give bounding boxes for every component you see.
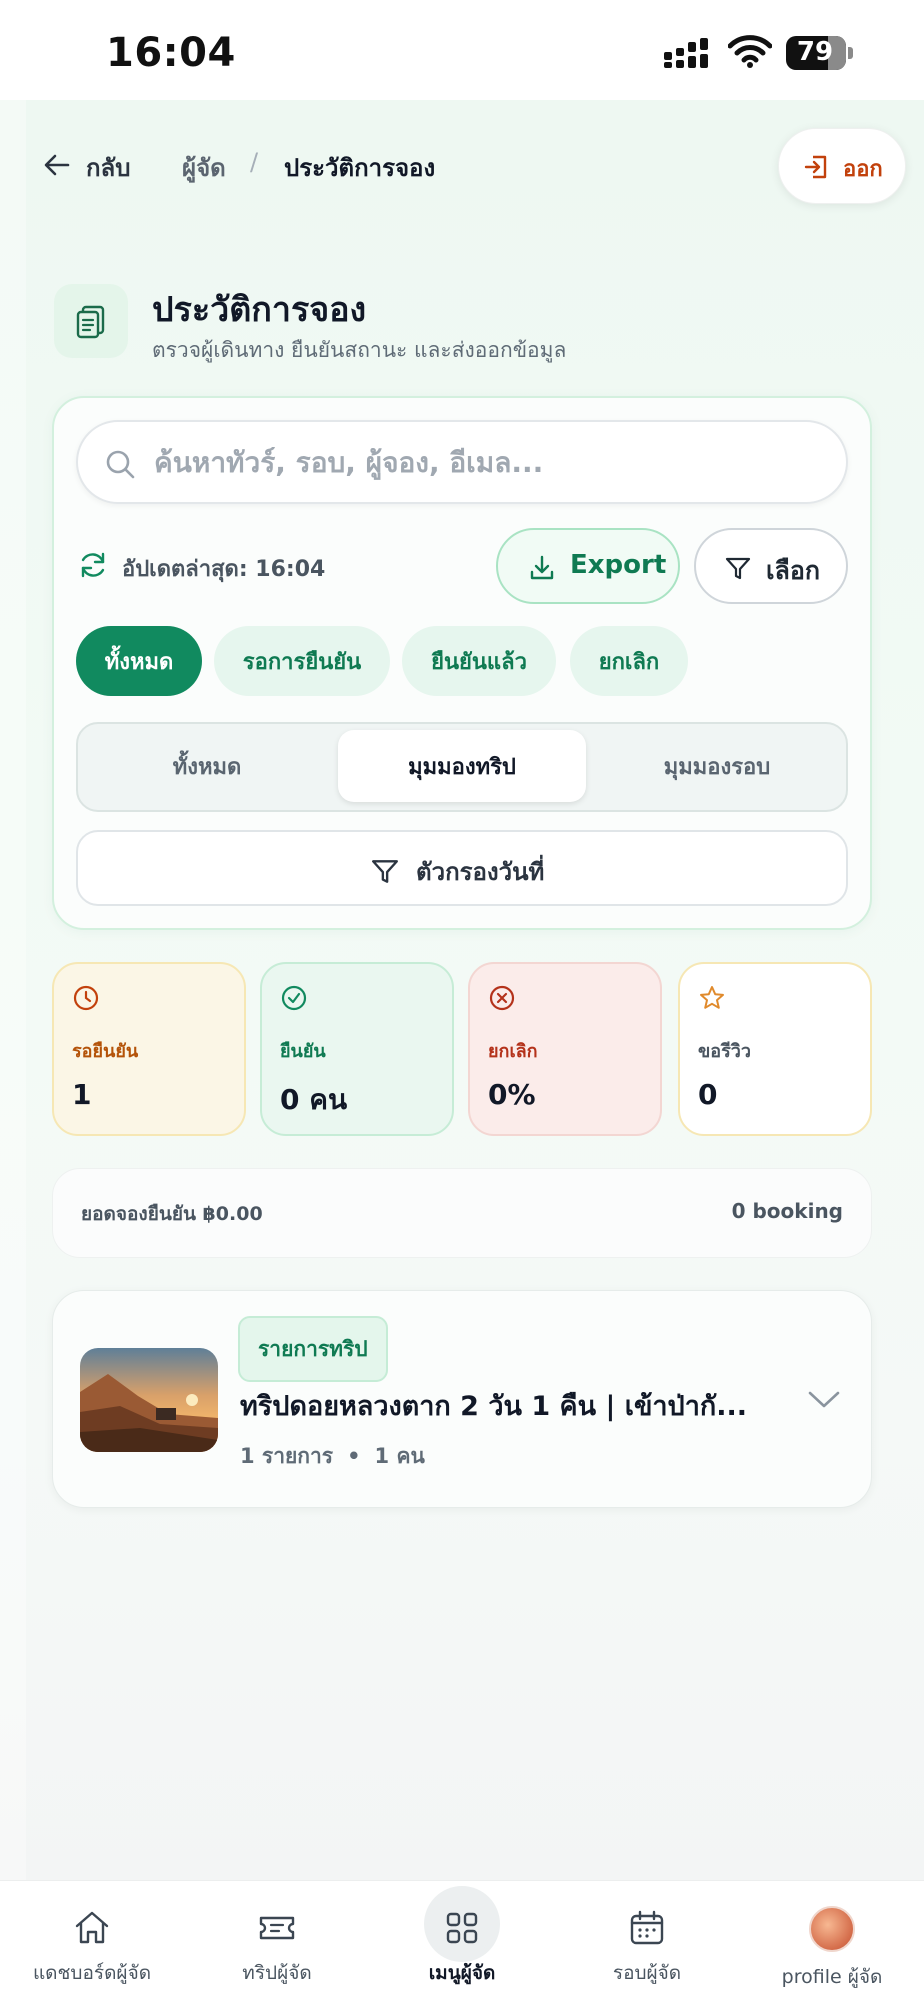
export-label: Export: [570, 550, 667, 580]
search-icon: [106, 450, 135, 479]
breadcrumb-separator: /: [250, 148, 259, 176]
trip-items-count: 1 รายการ: [240, 1444, 334, 1468]
page-title: ประวัติการจอง: [152, 290, 367, 330]
wifi-icon: [728, 35, 772, 68]
search-box[interactable]: [76, 420, 848, 504]
stat-label: ยืนยัน: [280, 1041, 326, 1062]
star-icon: [700, 986, 724, 1009]
select-button[interactable]: เลือก: [694, 528, 848, 604]
breadcrumb-current: ประวัติการจอง: [284, 154, 436, 182]
nav-profile[interactable]: profile ผู้จัด: [740, 1900, 924, 1996]
export-button[interactable]: Export: [496, 528, 680, 604]
nav-dashboard[interactable]: แดชบอร์ดผู้จัด: [0, 1900, 184, 1996]
stat-card-review[interactable]: ขอรีวิว 0: [678, 962, 872, 1136]
download-icon: [530, 555, 554, 580]
breadcrumb-organizer[interactable]: ผู้จัด: [182, 148, 226, 187]
trip-tag: รายการทริป: [238, 1316, 388, 1382]
booking-summary: ยอดจองยืนยัน ฿0.00 0 booking: [52, 1168, 872, 1258]
arrow-left-icon[interactable]: [42, 150, 72, 180]
date-filter-button[interactable]: ตัวกรองวันที่: [76, 830, 848, 906]
trip-people-count: 1 คน: [374, 1444, 425, 1468]
nav-label: ทริปผู้จัด: [242, 1962, 312, 1984]
grid-icon: [446, 1912, 478, 1944]
battery-percent: 79: [796, 37, 834, 67]
view-mode-trip[interactable]: มุมมองทริป: [338, 730, 586, 802]
check-circle-icon: [281, 985, 307, 1011]
booking-count: 0 booking: [731, 1199, 843, 1223]
nav-menu[interactable]: เมนูผู้จัด: [370, 1900, 554, 1996]
stat-label: ขอรีวิว: [698, 1041, 751, 1062]
view-mode-round[interactable]: มุมมองรอบ: [594, 730, 840, 802]
avatar: [809, 1906, 855, 1952]
breadcrumb-back[interactable]: กลับ: [86, 148, 130, 187]
stat-value: 0%: [488, 1078, 536, 1111]
logout-button[interactable]: ออก: [778, 128, 906, 204]
stat-card-confirmed[interactable]: ยืนยัน 0 คน: [260, 962, 454, 1136]
nav-trips[interactable]: ทริปผู้จัด: [185, 1900, 369, 1996]
chevron-down-icon[interactable]: [806, 1386, 842, 1412]
side-strip: [0, 100, 26, 1880]
refresh-icon[interactable]: [78, 550, 108, 580]
stat-value: 1: [72, 1078, 92, 1111]
nav-label: แดชบอร์ดผู้จัด: [32, 1962, 152, 1984]
signal-icon: [664, 38, 708, 68]
date-filter-label: ตัวกรองวันที่: [416, 858, 545, 886]
trip-title: ทริปดอยหลวงตาก 2 วัน 1 คืน | เข้าป่ากั..…: [240, 1391, 747, 1422]
stat-card-cancelled[interactable]: ยกเลิก 0%: [468, 962, 662, 1136]
trip-thumbnail: [80, 1348, 218, 1452]
last-updated-text: อัปเดตล่าสุด: 16:04: [122, 557, 326, 582]
stat-label: ยกเลิก: [488, 1041, 538, 1062]
battery-indicator: 79: [786, 36, 854, 70]
select-label: เลือก: [766, 556, 821, 585]
filter-icon: [372, 860, 398, 883]
search-input[interactable]: [154, 436, 824, 488]
page-subtitle: ตรวจผู้เดินทาง ยืนยันสถานะ และส่งออกข้อม…: [152, 338, 567, 362]
meta-separator: •: [347, 1444, 361, 1468]
status-filter-pending[interactable]: รอการยืนยัน: [214, 626, 390, 696]
view-mode-all[interactable]: ทั้งหมด: [84, 730, 330, 802]
nav-label: รอบผู้จัด: [612, 1962, 682, 1984]
home-icon: [75, 1911, 109, 1944]
stat-value: 0: [698, 1078, 718, 1111]
stat-label: รอยืนยัน: [72, 1041, 139, 1062]
nav-label: เมนูผู้จัด: [428, 1962, 496, 1984]
stat-value: 0 คน: [280, 1083, 348, 1116]
status-filter-cancelled[interactable]: ยกเลิก: [570, 626, 688, 696]
nav-rounds[interactable]: รอบผู้จัด: [555, 1900, 739, 1996]
calendar-icon: [630, 1910, 664, 1945]
x-circle-icon: [489, 985, 515, 1011]
logout-icon: [804, 155, 827, 179]
status-filter-all[interactable]: ทั้งหมด: [76, 626, 202, 696]
trip-meta: 1 รายการ • 1 คน: [240, 1440, 425, 1473]
status-filter-confirmed[interactable]: ยืนยันแล้ว: [402, 626, 556, 696]
filter-icon: [725, 557, 751, 580]
stat-card-pending[interactable]: รอยืนยัน 1: [52, 962, 246, 1136]
clipboard-icon: [54, 284, 128, 358]
ticket-icon: [259, 1916, 295, 1940]
logout-label: ออก: [843, 157, 883, 182]
clock-icon: [73, 985, 99, 1011]
nav-label: profile ผู้จัด: [781, 1966, 883, 1988]
confirmed-total: ยอดจองยืนยัน ฿0.00: [81, 1203, 263, 1225]
status-time: 16:04: [106, 30, 236, 76]
